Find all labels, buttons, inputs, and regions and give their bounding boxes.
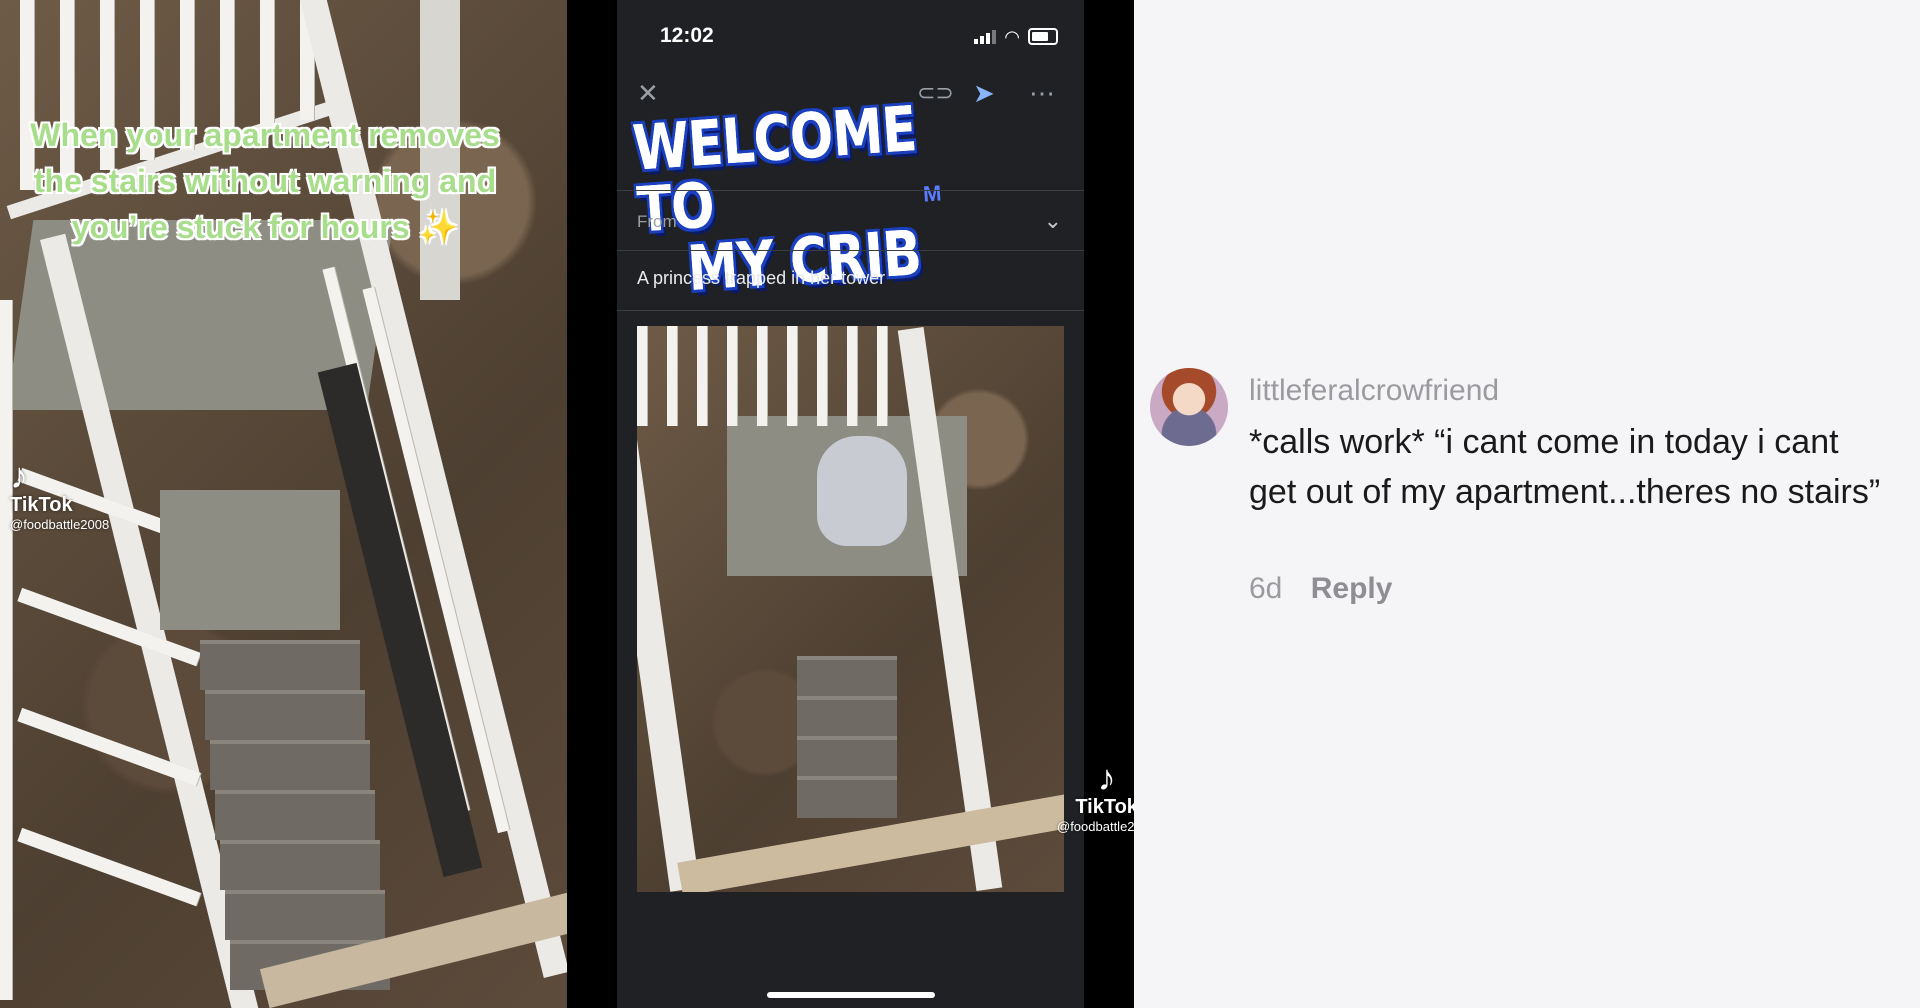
photo-step — [797, 656, 897, 698]
overlay-caption: When your apartment removes the stairs w… — [30, 117, 500, 245]
tiktok-watermark: ♪ TikTok @foodbattle2008 — [10, 455, 110, 533]
tiktok-brand: TikTok — [10, 494, 73, 516]
tiktok-logo-icon: ♪ — [10, 455, 28, 496]
wifi-icon: ◠ — [1004, 26, 1020, 47]
tiktok-brand: TikTok — [1075, 796, 1134, 818]
railing-slat — [0, 300, 12, 1000]
stair-step — [215, 790, 375, 840]
stair-step — [220, 840, 380, 890]
comment-text: *calls work* “i cant come in today i can… — [1249, 423, 1881, 511]
photo-step — [797, 696, 897, 738]
photo-slat — [817, 326, 827, 426]
stair-step — [200, 640, 360, 690]
photo-slat — [637, 326, 647, 426]
photo-slat — [727, 326, 737, 426]
comment-panel: littleferalcrowfriend *calls work* “i ca… — [1134, 0, 1920, 1008]
home-indicator[interactable] — [767, 992, 935, 998]
comment-username[interactable]: littleferalcrowfriend — [1249, 374, 1499, 408]
photo-slat — [877, 326, 887, 426]
divider — [617, 190, 1084, 191]
phone-screen: 12:02 ◠ ✕ ⊂⊃ ➤ ⋯ WELCOME TO MY CRIB M Fr… — [617, 0, 1084, 1008]
middle-video-panel: 12:02 ◠ ✕ ⊂⊃ ➤ ⋯ WELCOME TO MY CRIB M Fr… — [567, 0, 1134, 1008]
stair-step — [225, 890, 385, 940]
status-icons: ◠ — [974, 26, 1058, 47]
tiktok-logo-icon: ♪ — [1097, 757, 1116, 798]
divider — [617, 310, 1084, 311]
photo-step — [797, 736, 897, 778]
left-video-panel: When your apartment removes the stairs w… — [0, 0, 567, 1008]
status-time: 12:02 — [660, 24, 714, 47]
from-row[interactable]: From ⌄ — [617, 200, 1084, 246]
chevron-down-icon[interactable]: ⌄ — [1044, 208, 1062, 234]
status-bar: 12:02 ◠ — [617, 24, 1084, 54]
photo-slat — [787, 326, 797, 426]
fence-slat — [260, 0, 274, 130]
tiktok-handle: @foodbattle2008 — [10, 517, 110, 532]
photo-step — [797, 776, 897, 818]
attached-photo[interactable] — [637, 326, 1064, 892]
tiktok-watermark: ♪ TikTok @foodbattle2008 — [1057, 757, 1134, 835]
photo-slat — [847, 326, 857, 426]
close-icon[interactable]: ✕ — [637, 80, 659, 106]
avatar[interactable] — [1150, 368, 1228, 446]
lower-landing — [160, 490, 340, 630]
tiktok-handle: @foodbattle2008 — [1057, 819, 1134, 834]
comment-meta: 6d Reply — [1249, 572, 1392, 606]
reply-button[interactable]: Reply — [1311, 572, 1393, 605]
email-subject[interactable]: A princess trapped in her tower — [637, 268, 885, 289]
person-figure — [817, 436, 907, 546]
divider — [617, 250, 1084, 251]
photo-slat — [667, 326, 677, 426]
stair-step — [205, 690, 365, 740]
comment-age: 6d — [1249, 572, 1283, 605]
from-label: From — [637, 212, 677, 231]
battery-icon — [1028, 28, 1058, 45]
stair-step — [210, 740, 370, 790]
signal-icon — [974, 29, 997, 44]
photo-slat — [757, 326, 767, 426]
photo-slat — [697, 326, 707, 426]
